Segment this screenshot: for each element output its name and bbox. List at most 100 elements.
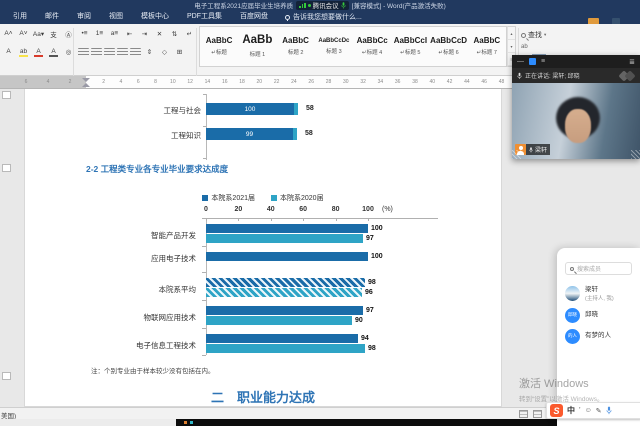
section-fold-icon[interactable] [2,372,11,380]
search-members-input[interactable]: 搜索成员 [565,262,632,275]
multilevel-list-icon[interactable]: a≡ [108,28,121,39]
tell-me-label: 告诉我您想要做什么... [293,12,362,22]
bar [206,288,362,297]
x-axis-tick-label: 0 [204,206,208,213]
ribbon-tab[interactable]: 邮件 [36,10,68,24]
ribbon-tab[interactable]: 百度网盘 [231,10,277,24]
phonetic-guide-icon[interactable]: 支 [47,28,60,39]
paragraph-icons-row2: ⇕◇⊞ [78,46,186,57]
borders-icon[interactable]: ⊞ [173,46,186,57]
minimize-icon[interactable]: — [517,58,524,65]
increase-indent-icon[interactable]: ⇥ [138,28,151,39]
find-button[interactable]: 查找 ▾ [521,30,546,40]
character-shading-icon[interactable]: A [47,46,60,57]
print-layout-icon[interactable] [533,410,542,418]
ruler-number: 2 [59,79,81,85]
axis-tick [203,126,206,127]
replace-button[interactable]: ab [521,44,528,50]
align-center-icon[interactable] [91,48,102,56]
bullets-icon[interactable]: •≡ [78,28,91,39]
bar-label: 58 [305,130,313,137]
decrease-indent-icon[interactable]: ⇤ [123,28,136,39]
sort-icon[interactable]: ⇅ [168,28,181,39]
emoji-icon[interactable]: ☺ [585,407,592,414]
line-spacing-icon[interactable]: ⇕ [143,46,156,57]
paragraph-mark-icon[interactable]: ↵ [183,28,196,39]
align-right-icon[interactable] [104,48,115,56]
style-gallery-item[interactable]: AaBb标题 1 [238,27,276,66]
ruler-number: 6 [130,79,147,85]
member-info: 梁轩(主持人, 我) [585,286,614,302]
layout-icon[interactable] [529,58,536,65]
menu-icon[interactable]: ≡ [541,58,545,65]
bar [294,103,298,115]
change-case-icon[interactable]: Aa▾ [32,28,45,39]
x-axis-tick-label: 20 [234,206,242,213]
status-bar: 美国) [0,407,640,419]
align-left-icon[interactable] [78,48,89,56]
grow-font-icon[interactable]: A˄ [2,28,15,39]
gallery-scroll-button[interactable]: ▴ [508,27,515,40]
tell-me-box[interactable]: 告诉我您想要做什么... [285,12,362,22]
paragraph-icons-row1: •≡1≡a≡⇤⇥✕⇅↵ [78,28,196,39]
style-gallery-item[interactable]: AaBbC↵标题 7 [468,27,506,66]
axis-tick [202,355,206,356]
microphone-icon[interactable] [606,406,612,415]
bar-value-label: 100 [371,224,383,233]
input-method-bar[interactable]: S 中 ’ ☺ ✎ [546,402,640,419]
first-line-indent-marker[interactable] [82,78,90,82]
document-page[interactable]: 工程与社会10058工程知识9958 2-2 工程类专业各专业毕业要求达成度 本… [24,89,502,407]
numbering-icon[interactable]: 1≡ [93,28,106,39]
axis-tick [336,218,337,221]
font-color-icon[interactable]: A [32,46,45,57]
gallery-scroll-button[interactable]: ▾ [508,40,515,53]
resize-grip[interactable] [631,150,640,159]
speaking-text: 正在讲话: 梁轩; 邱晓 [525,71,580,80]
bar-value-label: 98 [368,344,376,353]
sogou-logo-icon[interactable]: S [550,404,563,417]
avatar: 的人 [565,329,580,344]
ribbon-tab[interactable]: 引用 [4,10,36,24]
member-row[interactable]: 的人有梦的人 [557,326,640,347]
ribbon-tab[interactable]: PDF工具集 [178,10,231,24]
style-gallery-item[interactable]: AaBbCc↵标题 4 [353,27,391,66]
hanging-indent-marker[interactable] [82,83,90,87]
bar [206,316,352,325]
ribbon-tab[interactable]: 视图 [100,10,132,24]
chart-category-label: 电子信息工程技术 [25,340,201,351]
meeting-window-titlebar: — ≡ ≣ [512,55,640,68]
text-highlight-icon[interactable]: ab [17,46,30,57]
shading-icon[interactable]: ◇ [158,46,171,57]
pencil-icon[interactable]: ✎ [596,407,602,415]
asian-layout-icon[interactable]: ✕ [153,28,166,39]
bar [206,224,368,233]
style-gallery-item[interactable]: AaBbC标题 2 [277,27,315,66]
shrink-font-icon[interactable]: A˅ [17,28,30,39]
section-fold-icon[interactable] [2,164,11,172]
member-row[interactable]: 梁轩(主持人, 我) [557,283,640,305]
member-row[interactable]: 邱晓邱晓 [557,305,640,326]
justify-icon[interactable] [117,48,128,56]
style-gallery-item[interactable]: AaBbC↵标题 [200,27,238,66]
section-fold-icon[interactable] [2,91,11,99]
x-axis-tick-label: 100 [362,206,374,213]
language-mode-icon[interactable]: 中 [567,405,575,416]
punctuation-icon[interactable]: ’ [579,407,581,414]
panel-toggle-icon[interactable]: ≣ [629,58,635,66]
ribbon-tab[interactable]: 模板中心 [132,10,178,24]
meeting-video-window[interactable]: — ≡ ≣ 正在讲话: 梁轩; 邱晓 梁轩 [512,55,640,159]
search-placeholder: 搜索成员 [577,264,601,273]
legend-label: 本院系2021届 [211,193,255,203]
distribute-icon[interactable] [130,48,141,56]
style-gallery-item[interactable]: AaBbCcD↵标题 6 [430,27,468,66]
style-gallery-item[interactable]: AaBbCcDc标题 3 [315,27,353,66]
resize-grip[interactable] [512,150,521,159]
tencent-meeting-pill[interactable]: 腾讯会议 [296,1,349,10]
style-sample: AaBbC [206,37,233,45]
style-gallery-item[interactable]: AaBbCcI↵标题 5 [391,27,429,66]
read-mode-icon[interactable] [519,410,528,418]
video-thumbnail[interactable]: 梁轩 [512,83,640,159]
window-title-right: [兼容模式] - Word(产品激活失败) [352,0,446,10]
ribbon-tab[interactable]: 审阅 [68,10,100,24]
clear-formatting-icon[interactable]: A [2,46,15,57]
